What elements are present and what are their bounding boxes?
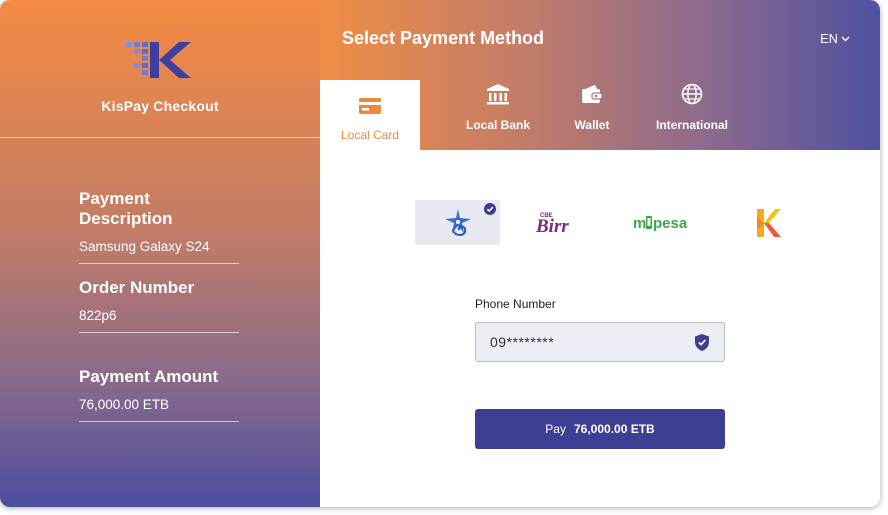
divider (79, 421, 239, 422)
kispay-logo (126, 42, 191, 78)
pay-button-amount: 76,000.00 ETB (573, 422, 655, 436)
provider-list: CBE Birr m pesa (415, 200, 800, 245)
card-icon (359, 98, 381, 114)
provider-telebirr[interactable] (415, 200, 500, 245)
telebirr-logo (444, 208, 471, 236)
payment-description-label: Payment Description (79, 189, 173, 228)
order-number-label: Order Number (79, 278, 195, 297)
wallet-icon (582, 85, 603, 103)
mpesa-logo-m: m (633, 215, 646, 232)
phone-number-field[interactable] (475, 322, 725, 362)
cbe-birr-logo: CBE Birr (535, 213, 569, 237)
bank-icon (487, 84, 509, 105)
mpesa-logo-pesa: pesa (653, 215, 688, 232)
tab-wallet[interactable]: Wallet (542, 80, 642, 150)
page-title: Select Payment Method (342, 28, 545, 48)
brand-title: KisPay Checkout (101, 98, 219, 114)
tab-label: Local Card (340, 128, 400, 142)
phone-number-label: Phone Number (475, 297, 556, 311)
payment-amount-label: Payment Amount (79, 367, 219, 386)
payment-amount-block: Payment Amount 76,000.00 ETB (79, 367, 239, 422)
checkout-card: KisPay Checkout Payment Description Sams… (0, 0, 880, 507)
payment-description-value: Samsung Galaxy S24 (79, 239, 210, 254)
shield-check-icon (695, 334, 709, 351)
tab-local-card[interactable]: Local Card (320, 80, 420, 150)
selected-check-icon (484, 203, 496, 215)
provider-cbe-birr[interactable]: CBE Birr (515, 200, 600, 245)
language-selector[interactable]: EN (820, 31, 850, 46)
pay-button-label: Pay (545, 422, 566, 436)
divider (79, 332, 239, 333)
provider-mpesa[interactable]: m pesa (615, 200, 715, 245)
payment-description-block: Payment Description Samsung Galaxy S24 (79, 189, 239, 264)
payment-amount-value: 76,000.00 ETB (79, 397, 170, 412)
tab-local-bank[interactable]: Local Bank (448, 80, 548, 150)
provider-kacha[interactable] (735, 200, 800, 245)
phone-number-input[interactable] (490, 334, 680, 350)
tab-international[interactable]: International (642, 80, 742, 150)
order-number-value: 822p6 (79, 308, 117, 323)
divider (0, 137, 320, 138)
mpesa-logo: m pesa (633, 215, 688, 232)
cbe-logo-text: Birr (535, 216, 569, 237)
payment-method-header: Select Payment Method EN Local Card Loca… (320, 0, 880, 150)
chevron-down-icon (841, 36, 850, 41)
divider (79, 263, 239, 264)
tab-label: Local Bank (465, 118, 531, 132)
globe-icon (681, 83, 703, 105)
order-summary-panel: KisPay Checkout Payment Description Sams… (0, 0, 320, 507)
kacha-logo (756, 208, 781, 237)
language-label: EN (820, 31, 839, 46)
pay-button[interactable]: Pay 76,000.00 ETB (475, 409, 725, 449)
order-number-block: Order Number 822p6 (79, 278, 239, 333)
tab-label: International (655, 118, 728, 132)
tab-label: Wallet (574, 118, 610, 132)
payment-panel: Select Payment Method EN Local Card Loca… (320, 0, 880, 507)
